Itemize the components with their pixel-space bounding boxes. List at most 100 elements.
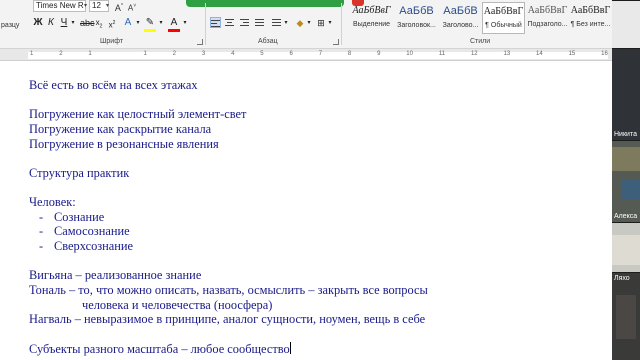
ruler-number: 5 — [260, 51, 264, 57]
style-no-spacing[interactable]: АаБбВвГ ¶ Без инте... — [569, 2, 612, 34]
style-heading-1[interactable]: АаБбВ Заголовок... — [395, 2, 438, 34]
text-effects-icon[interactable]: A — [122, 17, 134, 29]
line-spacing-dropdown-icon[interactable]: ▾ — [283, 17, 289, 29]
doc-list-item: - Сознание — [29, 210, 428, 225]
ruler-number: 10 — [406, 51, 413, 57]
borders-dropdown-icon[interactable]: ▾ — [327, 17, 333, 29]
ruler-number: 1 — [143, 51, 147, 57]
justify-button[interactable] — [255, 17, 266, 28]
ruler-number: 1 — [88, 51, 92, 57]
underline-button[interactable]: Ч — [59, 17, 69, 29]
ruler-number: 3 — [201, 51, 206, 57]
ribbon: Times New R ▾ 12 ▾ разцу A^ A˅ Ж К Ч ▾ a… — [0, 0, 612, 49]
doc-line: Погружение в резонансные явления — [29, 136, 219, 151]
list-item-text: Сознание — [54, 209, 105, 224]
ruler-number: 12 — [470, 51, 478, 57]
doc-line-text: Субъекты разного масштаба – любое сообще… — [29, 341, 290, 356]
list-dash: - — [39, 209, 44, 224]
ruler-number: 8 — [347, 51, 352, 57]
ruler-number: 16 — [601, 51, 608, 57]
paragraph-dialog-launcher[interactable] — [333, 39, 339, 45]
doc-line-continuation: человека и человечества (ноосфера) — [82, 297, 273, 312]
style-normal[interactable]: АаБбВвГ ¶ Обычный — [482, 2, 525, 34]
borders-icon[interactable]: ⊞ — [315, 17, 327, 29]
shrink-font-icon[interactable]: A˅ — [126, 0, 138, 13]
ruler-number: 13 — [503, 51, 511, 57]
ribbon-divider — [205, 3, 206, 45]
clipboard-format-painter-label[interactable]: разцу — [0, 20, 28, 32]
highlight-color-swatch — [144, 29, 156, 32]
list-dash: - — [39, 224, 44, 239]
line-spacing-button[interactable] — [272, 17, 283, 28]
doc-line: Структура практик — [29, 165, 130, 180]
font-size-dropdown-icon[interactable]: ▾ — [106, 2, 109, 9]
font-group-label: Шрифт — [100, 38, 124, 45]
style-emphasis[interactable]: АаБбВвГ Выделение — [350, 2, 393, 34]
italic-button[interactable]: К — [46, 17, 56, 29]
doc-list-item: - Самосознание — [29, 224, 428, 239]
style-heading-2[interactable]: АаБбВ Заголово... — [439, 2, 482, 34]
doc-blank-line — [29, 93, 428, 108]
underline-dropdown-icon[interactable]: ▾ — [70, 17, 76, 29]
ruler-number: 6 — [289, 51, 293, 57]
horizontal-ruler[interactable]: 1 2 1 1 2 3 4 5 6 7 8 9 10 11 12 13 14 15 16 — [0, 49, 612, 61]
participant-tile[interactable] — [612, 222, 640, 272]
list-item-text: Сверхсознание — [54, 239, 134, 254]
subscript-button[interactable]: x2 — [94, 17, 104, 30]
highlight-icon[interactable]: ✎ — [144, 17, 156, 29]
superscript-button[interactable]: x2 — [107, 17, 117, 30]
font-color-swatch — [168, 29, 180, 32]
doc-list-item: - Сверхсознание — [29, 239, 428, 254]
panel-top-area — [612, 0, 640, 48]
ruler-number: 11 — [438, 51, 446, 57]
align-right-button[interactable] — [240, 17, 251, 28]
document-page[interactable]: Всё есть во всём на всех этажах Погружен… — [0, 62, 612, 360]
highlight-dropdown-icon[interactable]: ▾ — [158, 17, 164, 29]
doc-blank-line — [29, 151, 428, 166]
shading-icon[interactable]: ◆ — [294, 17, 306, 29]
ruler-number: 4 — [231, 51, 235, 57]
font-dialog-launcher[interactable] — [197, 39, 203, 45]
participant-video — [612, 235, 640, 265]
ruler-number: 2 — [172, 51, 177, 57]
doc-blank-line — [29, 180, 428, 195]
align-left-button[interactable] — [210, 17, 221, 28]
doc-line: Погружение как целостный элемент-свет — [29, 107, 247, 122]
doc-line: Субъекты разного масштаба – любое сообще… — [29, 341, 428, 357]
align-center-button[interactable] — [225, 17, 236, 28]
ruler-numbers: 1 2 1 1 2 3 4 5 6 7 8 9 10 11 12 13 14 15 16 — [30, 51, 608, 60]
ruler-number: 14 — [536, 51, 543, 57]
participant-tile[interactable]: Алекса — [612, 140, 640, 222]
ruler-number: 9 — [377, 51, 381, 57]
styles-group-label: Стили — [470, 38, 491, 45]
style-subtitle[interactable]: АаБбВвГ Подзаголо... — [526, 2, 569, 34]
participants-panel: Никита Алекса Ляхо — [612, 0, 640, 360]
doc-line: Нагваль – невыразимое в принципе, аналог… — [29, 312, 426, 327]
doc-blank-line — [29, 327, 428, 342]
screen-share-indicator — [186, 0, 344, 7]
strikethrough-button[interactable]: abc — [80, 17, 95, 29]
font-color-dropdown-icon[interactable]: ▾ — [182, 17, 188, 29]
document-body[interactable]: Всё есть во всём на всех этажах Погружен… — [29, 78, 428, 356]
doc-blank-line — [29, 254, 428, 269]
shading-dropdown-icon[interactable]: ▾ — [306, 17, 312, 29]
font-color-icon[interactable]: A — [168, 17, 180, 29]
participant-tile[interactable]: Никита — [612, 48, 640, 140]
paragraph-group-label: Абзац — [258, 38, 278, 45]
participant-video — [622, 179, 640, 199]
ruler-number: 2 — [59, 51, 63, 57]
grow-font-icon[interactable]: A^ — [113, 0, 125, 13]
font-name-dropdown-icon[interactable]: ▾ — [84, 2, 87, 9]
doc-line: Вигьяна – реализованное знание — [29, 268, 202, 283]
doc-line: Всё есть во всём на всех этажах — [29, 78, 198, 92]
font-name-combobox[interactable]: Times New R — [33, 0, 86, 12]
bold-button[interactable]: Ж — [33, 17, 43, 29]
participant-tile[interactable]: Ляхо — [612, 272, 640, 360]
ruler-number: 7 — [318, 51, 323, 57]
ruler-number: 1 — [30, 51, 34, 57]
text-effects-dropdown-icon[interactable]: ▾ — [135, 17, 141, 29]
doc-line: Человек: — [29, 195, 76, 210]
text-cursor — [289, 341, 291, 354]
ribbon-divider — [341, 3, 342, 45]
ruler-number: 15 — [568, 51, 576, 57]
